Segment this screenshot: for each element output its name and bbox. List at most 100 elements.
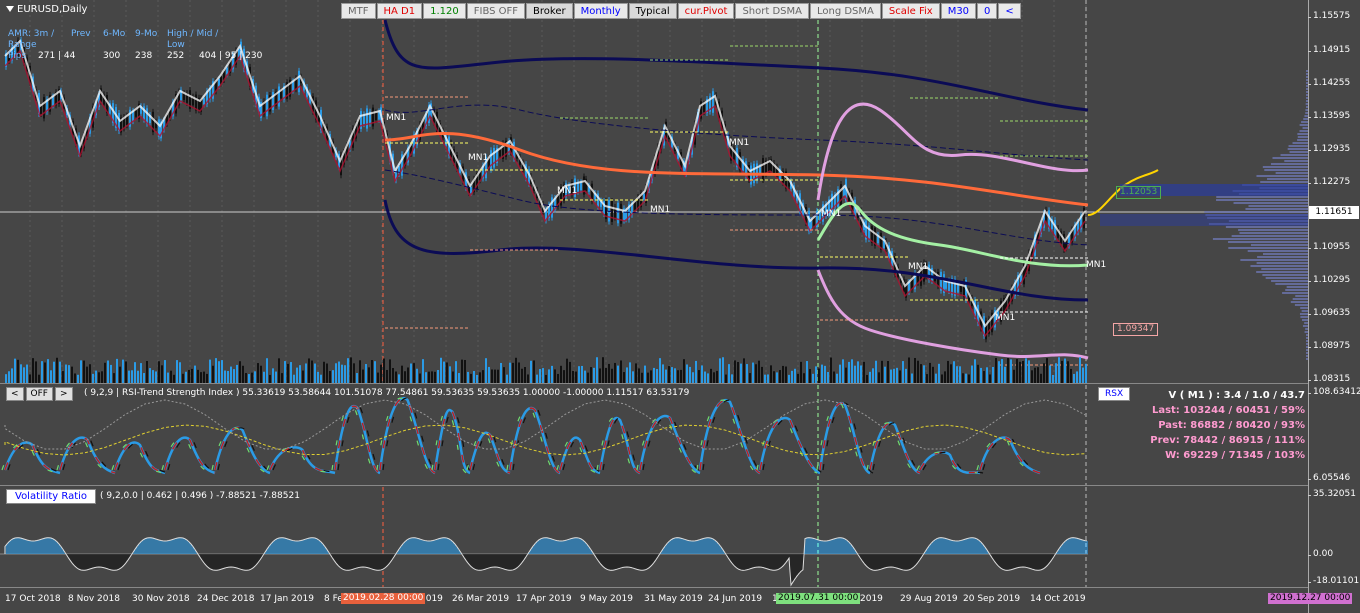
volume-bar bbox=[227, 370, 229, 383]
volume-bar bbox=[326, 363, 328, 383]
volume-profile-bar bbox=[1267, 178, 1308, 180]
volume-bar bbox=[389, 359, 391, 383]
volume-bar bbox=[152, 370, 154, 383]
toolbar-button-mtf[interactable]: MTF bbox=[341, 3, 376, 19]
toolbar-button-short-dsma[interactable]: Short DSMA bbox=[735, 3, 809, 19]
volume-bar bbox=[1049, 365, 1051, 383]
candle-body bbox=[135, 110, 137, 117]
volume-bar bbox=[746, 364, 748, 383]
volume-profile-bar bbox=[1292, 298, 1308, 300]
toolbar-button-typical[interactable]: Typical bbox=[628, 3, 677, 19]
toolbar-button-broker[interactable]: Broker bbox=[526, 3, 573, 19]
pip-stats-header: AMR: 3m / Range Prev 6-Mo 9-Mo High / Mid / … bbox=[8, 29, 269, 51]
toolbar-button-scale-fix[interactable]: Scale Fix bbox=[881, 3, 940, 19]
rsi-line bbox=[3, 396, 1041, 475]
volume-bar bbox=[503, 367, 505, 383]
volume-bar bbox=[356, 373, 358, 383]
volume-bar bbox=[452, 371, 454, 383]
volume-bar bbox=[899, 370, 901, 383]
price-chart-pane[interactable]: EURUSD,Daily AMR: 3m / Range Prev 6-Mo 9-Mo… bbox=[0, 0, 1308, 384]
volume-profile-bar bbox=[1247, 250, 1308, 252]
volume-bar bbox=[710, 368, 712, 383]
volume-bar bbox=[974, 359, 976, 383]
volatility-canvas bbox=[0, 487, 1088, 587]
volume-bar bbox=[1001, 359, 1003, 383]
volume-profile-bar bbox=[1290, 301, 1308, 303]
price-scale[interactable]: 1.15575 1.14915 1.14255 1.13595 1.12935 … bbox=[1307, 0, 1360, 613]
volume-bar bbox=[77, 374, 79, 383]
pip-stats-header-cell: Prev bbox=[71, 29, 91, 39]
volume-bar bbox=[38, 374, 40, 383]
volume-bar bbox=[473, 370, 475, 383]
time-tick: 31 May 2019 bbox=[644, 594, 703, 604]
toolbar-button-cur-pivot[interactable]: cur.Pivot bbox=[677, 3, 735, 19]
volume-bar bbox=[752, 362, 754, 383]
toolbar-button-1-120[interactable]: 1.120 bbox=[423, 3, 466, 19]
volume-bar bbox=[656, 369, 658, 383]
toolbar-button-long-dsma[interactable]: Long DSMA bbox=[809, 3, 881, 19]
volume-bar bbox=[770, 365, 772, 383]
volume-profile-bar bbox=[1239, 232, 1308, 234]
volume-bar bbox=[236, 364, 238, 383]
toolbar-button-fibs-off[interactable]: FIBS OFF bbox=[466, 3, 526, 19]
volume-bar bbox=[647, 372, 649, 383]
volume-bar bbox=[923, 365, 925, 383]
volume-bar bbox=[131, 370, 133, 383]
candle-body bbox=[840, 184, 842, 206]
volume-bar bbox=[812, 373, 814, 383]
volatility-ratio-button[interactable]: Volatility Ratio bbox=[6, 489, 97, 504]
pip-stats-panel: AMR: 3m / Range Prev 6-Mo 9-Mo High / Mid / … bbox=[8, 29, 269, 62]
rsi-trend-pane[interactable]: < OFF > ( 9,2,9 | RSI-Trend Strength Ind… bbox=[0, 385, 1308, 486]
pip-stats-value: 238 bbox=[135, 51, 153, 61]
mn1-label: MN1 bbox=[1086, 260, 1107, 270]
volatility-ratio-pane[interactable]: Volatility Ratio ( 9,2,0.0 | 0.462 | 0.4… bbox=[0, 487, 1308, 588]
volume-bar bbox=[422, 359, 424, 383]
volume-bar bbox=[671, 367, 673, 383]
toolbar-button-0[interactable]: 0 bbox=[977, 3, 998, 19]
volume-bar bbox=[857, 361, 859, 383]
volume-bar bbox=[728, 364, 730, 383]
rsi-off-button[interactable]: OFF bbox=[25, 387, 53, 401]
volume-bar bbox=[491, 369, 493, 383]
volume-bar bbox=[194, 365, 196, 383]
volume-bar bbox=[44, 362, 46, 383]
volume-profile-bar bbox=[1262, 166, 1308, 168]
volume-bar bbox=[284, 361, 286, 383]
volume-bar bbox=[296, 367, 298, 383]
volume-bar bbox=[533, 360, 535, 383]
volume-bar bbox=[203, 371, 205, 383]
volume-bar bbox=[197, 369, 199, 383]
time-axis[interactable]: 17 Oct 2018 8 Nov 2018 30 Nov 2018 24 Dec 2… bbox=[0, 588, 1353, 613]
candle-body bbox=[280, 91, 282, 99]
volume-bar bbox=[602, 357, 604, 383]
toolbar-button-monthly[interactable]: Monthly bbox=[573, 3, 628, 19]
volume-bar bbox=[719, 358, 721, 383]
volume-profile-bar bbox=[1300, 316, 1308, 318]
volume-bar bbox=[704, 371, 706, 383]
volume-bar bbox=[221, 360, 223, 383]
volume-bar bbox=[182, 373, 184, 383]
toolbar-button-[interactable]: < bbox=[998, 3, 1021, 19]
volume-bar bbox=[428, 371, 430, 383]
volume-bar bbox=[554, 369, 556, 383]
volume-bar bbox=[881, 360, 883, 383]
volume-bar bbox=[14, 358, 16, 383]
rsi-prev-button[interactable]: < bbox=[6, 387, 24, 401]
volume-bar bbox=[512, 362, 514, 383]
volume-bar bbox=[776, 372, 778, 383]
volume-profile-poc bbox=[1100, 214, 1308, 226]
toolbar-button-m30[interactable]: M30 bbox=[940, 3, 977, 19]
volume-bar bbox=[734, 360, 736, 383]
volume-bar bbox=[524, 367, 526, 383]
volume-bar bbox=[917, 360, 919, 383]
toolbar-button-ha-d1[interactable]: HA D1 bbox=[376, 3, 423, 19]
volume-bar bbox=[950, 364, 952, 383]
rsi-next-button[interactable]: > bbox=[54, 387, 73, 401]
volume-bar bbox=[590, 367, 592, 383]
volume-bar bbox=[527, 374, 529, 383]
volume-bar bbox=[287, 363, 289, 383]
volume-bar bbox=[212, 365, 214, 383]
volume-profile-bar bbox=[1225, 226, 1308, 228]
volume-bar bbox=[1019, 361, 1021, 383]
volume-bar bbox=[446, 362, 448, 383]
